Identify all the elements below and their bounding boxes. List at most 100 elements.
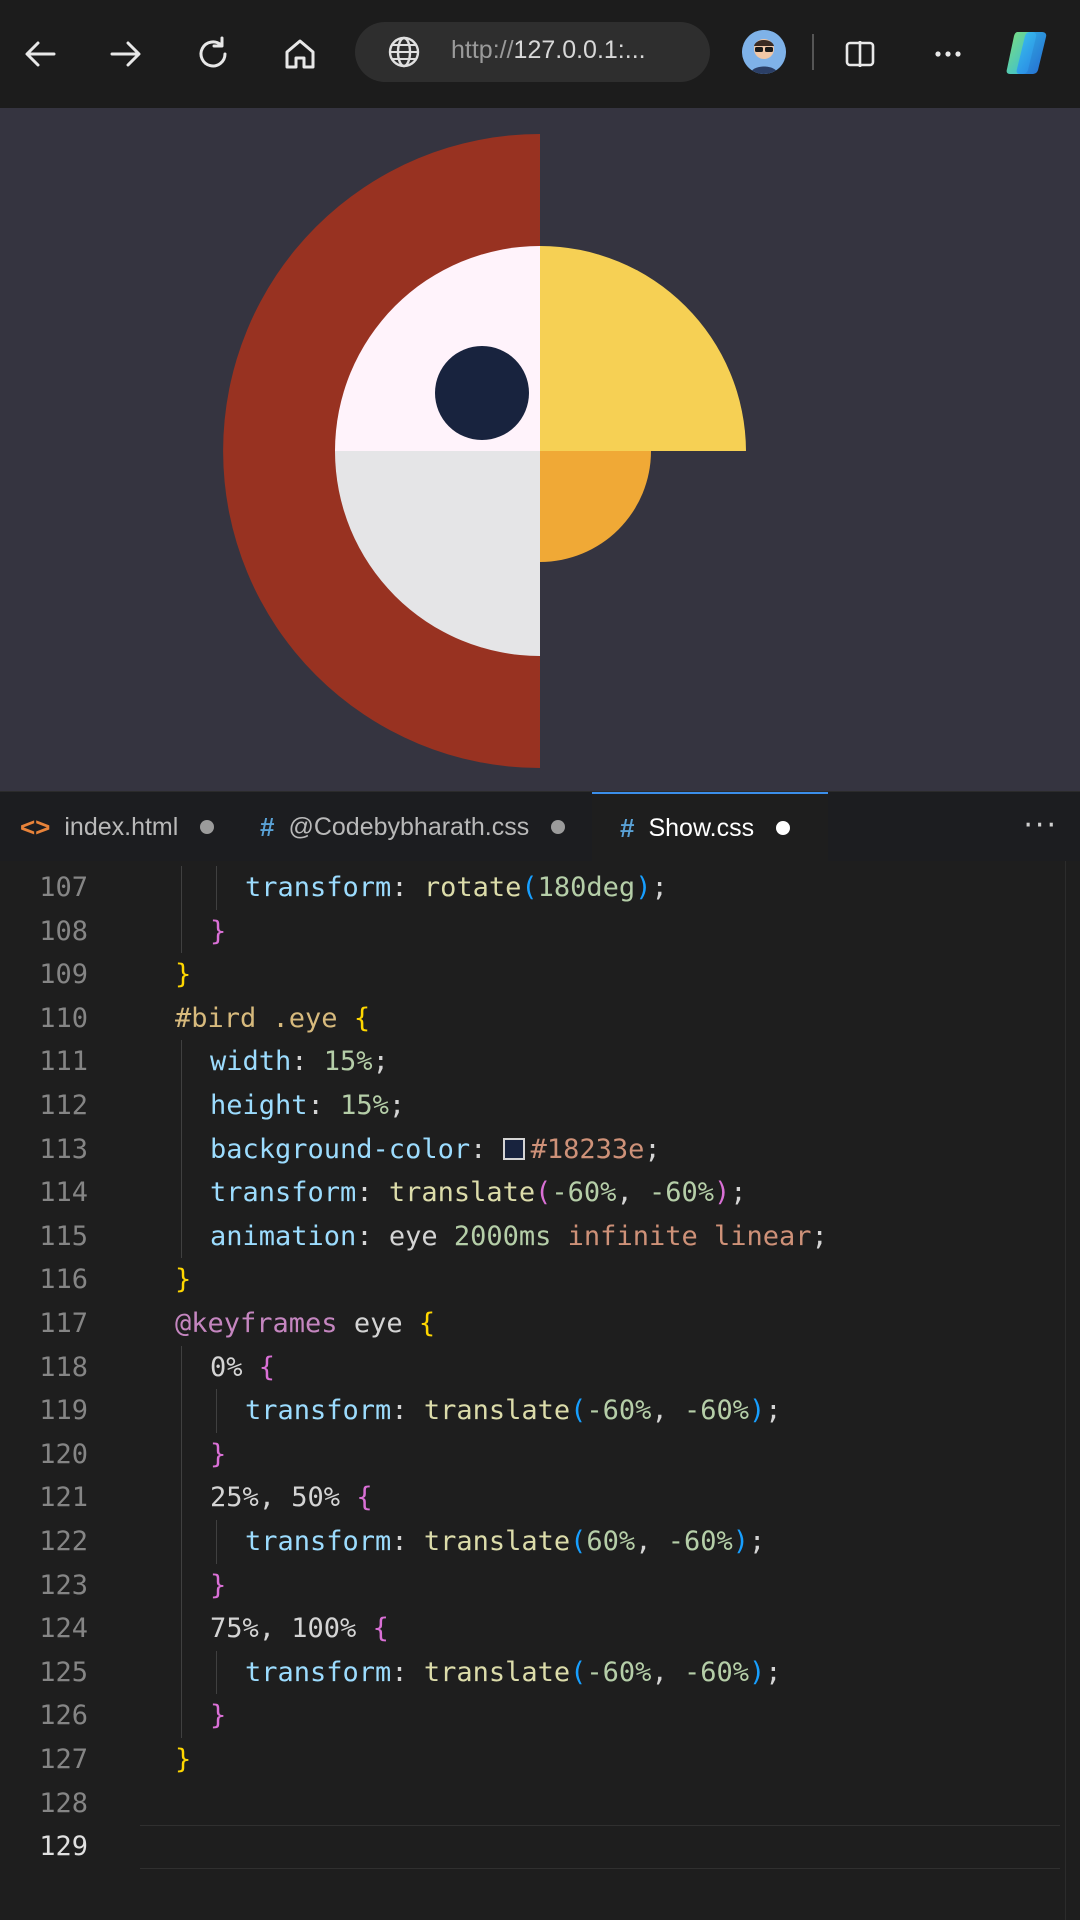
- indent-guide: [216, 866, 217, 910]
- indent-guide: [181, 1563, 182, 1608]
- code-token: :: [391, 1656, 424, 1688]
- unsaved-dot-icon: [200, 820, 215, 834]
- code-token: eye: [337, 1308, 419, 1339]
- code-token: 2000ms: [453, 1220, 552, 1252]
- code-line[interactable]: 126}: [0, 1694, 1060, 1738]
- line-number: 118: [39, 1351, 88, 1383]
- code-line[interactable]: 121 25%, 50% {: [0, 1476, 1060, 1520]
- code-token: infinite linear: [567, 1220, 812, 1252]
- unsaved-dot-icon: [551, 820, 566, 834]
- code-line[interactable]: 110 #bird .eye {: [0, 997, 1060, 1041]
- code-line[interactable]: 115 animation: eye 2000ms infinite linear…: [0, 1214, 1060, 1259]
- forward-button[interactable]: [98, 26, 154, 82]
- code-line[interactable]: 125 transform: translate(-60%, -60%);: [0, 1650, 1060, 1695]
- code-token: {: [418, 1308, 436, 1339]
- code-line[interactable]: 107 transform: rotate(180deg);: [0, 866, 1060, 910]
- code-token: background-color: [210, 1133, 471, 1165]
- code-token: 0%: [210, 1351, 259, 1383]
- code-token: :: [391, 872, 424, 903]
- more-button[interactable]: [920, 26, 976, 82]
- color-swatch-icon[interactable]: [502, 1137, 525, 1160]
- more-icon: [935, 51, 961, 57]
- code-line[interactable]: 114 transform: translate(-60%, -60%);: [0, 1171, 1060, 1215]
- code-token: width: [210, 1046, 292, 1078]
- line-number: 111: [39, 1046, 88, 1078]
- code-token: transform: [245, 872, 392, 903]
- line-number: 120: [39, 1438, 88, 1470]
- tab-index-html[interactable]: <> index.html: [20, 792, 232, 862]
- code-token: ): [748, 1656, 766, 1688]
- code-text: 0% {: [210, 1352, 275, 1383]
- tab-show-css[interactable]: # Show.css: [592, 792, 828, 862]
- line-number: 128: [39, 1787, 88, 1819]
- editor-tab-bar: <> index.html # @Codebybharath.css # Sho…: [0, 791, 1080, 862]
- code-token: translate: [423, 1526, 571, 1557]
- code-token: 25%, 50%: [210, 1482, 357, 1514]
- indent-guide: [181, 1127, 182, 1172]
- code-text: }: [210, 1439, 226, 1470]
- code-line[interactable]: 113 background-color: #18233e;: [0, 1127, 1060, 1172]
- home-button[interactable]: [272, 26, 328, 82]
- line-number: 121: [39, 1482, 88, 1514]
- current-line-highlight: [140, 1825, 1060, 1869]
- code-line[interactable]: 112 height: 15%;: [0, 1084, 1060, 1128]
- code-token: ): [732, 1526, 749, 1557]
- code-token: transform: [245, 1526, 392, 1557]
- vertical-scrollbar[interactable]: [1065, 861, 1068, 1920]
- bird-beak-top: [540, 246, 746, 451]
- back-button[interactable]: [12, 26, 68, 82]
- home-icon: [285, 39, 315, 69]
- code-token: -60%: [683, 1395, 749, 1427]
- code-line[interactable]: 118 0% {: [0, 1345, 1060, 1390]
- html-file-icon: <>: [20, 811, 51, 842]
- code-line[interactable]: 116}: [0, 1258, 1060, 1302]
- indent-guide: [216, 1650, 217, 1695]
- code-text: }: [175, 1744, 191, 1775]
- code-line[interactable]: 120}: [0, 1432, 1060, 1477]
- line-number: 124: [39, 1613, 88, 1645]
- copilot-icon[interactable]: [1004, 30, 1054, 76]
- split-screen-button[interactable]: [832, 26, 888, 82]
- profile-avatar[interactable]: [742, 30, 786, 74]
- code-line[interactable]: 124 75%, 100% {: [0, 1607, 1060, 1651]
- indent-guide: [181, 1171, 182, 1215]
- refresh-button[interactable]: [185, 26, 241, 82]
- code-text: }: [175, 1264, 191, 1295]
- line-number: 109: [39, 959, 88, 991]
- tab-codebybharath-css[interactable]: # @Codebybharath.css: [260, 792, 578, 862]
- code-token: (: [521, 872, 538, 903]
- code-token: ;: [730, 1177, 747, 1209]
- code-token: {: [356, 1482, 373, 1514]
- tabs-more-icon[interactable]: ···: [1023, 808, 1058, 843]
- indent-guide: [181, 1432, 182, 1477]
- code-token: #bird .eye: [175, 1002, 354, 1034]
- browser-toolbar: http://127.0.0.1:...: [0, 0, 1080, 108]
- line-number: 123: [39, 1569, 88, 1601]
- code-token: rotate: [423, 872, 522, 903]
- code-line[interactable]: 109}: [0, 953, 1060, 997]
- code-line[interactable]: 129: [0, 1825, 1060, 1869]
- code-line[interactable]: 127}: [0, 1738, 1060, 1782]
- code-line[interactable]: 108}: [0, 909, 1060, 954]
- code-line[interactable]: 128: [0, 1782, 1060, 1826]
- preview-pane: [0, 108, 1080, 791]
- line-number: 126: [39, 1700, 88, 1732]
- code-line[interactable]: 111 width: 15%;: [0, 1040, 1060, 1084]
- code-line[interactable]: 119 transform: translate(-60%, -60%);: [0, 1389, 1060, 1433]
- code-line[interactable]: 117 @keyframes eye {: [0, 1302, 1060, 1346]
- indent-guide: [181, 1389, 182, 1433]
- code-line[interactable]: 123}: [0, 1563, 1060, 1608]
- toolbar-divider: [812, 34, 814, 70]
- code-token: ,: [651, 1395, 684, 1427]
- code-text: }: [210, 916, 226, 947]
- code-token: ;: [372, 1046, 389, 1078]
- address-bar[interactable]: http://127.0.0.1:...: [355, 22, 710, 82]
- back-arrow-icon: [25, 41, 56, 67]
- code-line[interactable]: 122 transform: translate(60%, -60%);: [0, 1520, 1060, 1564]
- code-editor[interactable]: 107 transform: rotate(180deg); 108} 109} 110…: [0, 861, 1080, 1920]
- code-token: }: [210, 1438, 227, 1470]
- code-token: -60%: [667, 1526, 733, 1557]
- line-number: 129: [39, 1831, 88, 1863]
- tab-label: @Codebybharath.css: [288, 812, 530, 841]
